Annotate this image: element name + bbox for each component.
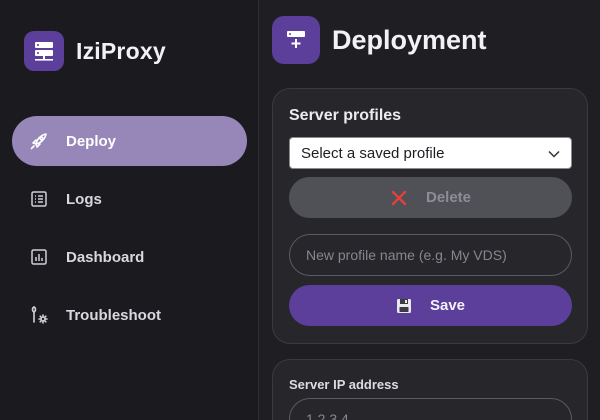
profile-select-value: Select a saved profile bbox=[301, 144, 445, 162]
server-ip-input[interactable] bbox=[289, 398, 572, 420]
list-icon bbox=[28, 188, 50, 210]
sidebar: IziProxy Deploy Logs Dashboard Troublesh… bbox=[0, 0, 259, 420]
rocket-icon bbox=[28, 130, 50, 152]
nav-label-troubleshoot: Troubleshoot bbox=[66, 306, 161, 324]
delete-button[interactable]: Delete bbox=[289, 177, 572, 218]
delete-label: Delete bbox=[425, 189, 472, 206]
profile-select[interactable]: Select a saved profile bbox=[289, 137, 572, 169]
nav-item-deploy[interactable]: Deploy bbox=[12, 116, 247, 166]
nav-item-troubleshoot[interactable]: Troubleshoot bbox=[12, 290, 247, 340]
server-icon bbox=[24, 31, 64, 71]
chevron-down-icon bbox=[547, 147, 561, 165]
main-content: Deployment Server profiles Select a save… bbox=[260, 0, 600, 420]
app-window: IziProxy Deploy Logs Dashboard Troublesh… bbox=[0, 0, 600, 420]
page-header: Deployment bbox=[272, 16, 487, 64]
nav-label-logs: Logs bbox=[66, 190, 102, 208]
server-add-icon bbox=[272, 16, 320, 64]
server-ip-label: Server IP address bbox=[289, 377, 399, 392]
profile-name-input[interactable] bbox=[289, 234, 572, 276]
brand: IziProxy bbox=[24, 31, 166, 71]
page-title: Deployment bbox=[332, 24, 487, 55]
floppy-disk-icon bbox=[396, 298, 412, 314]
chart-icon bbox=[28, 246, 50, 268]
nav-item-dashboard[interactable]: Dashboard bbox=[12, 232, 247, 282]
nav-label-deploy: Deploy bbox=[66, 132, 117, 150]
save-label: Save bbox=[429, 297, 466, 314]
server-profiles-card: Server profiles Select a saved profile D… bbox=[272, 88, 588, 344]
tools-icon bbox=[28, 304, 50, 326]
close-icon bbox=[390, 189, 408, 207]
nav-label-dashboard: Dashboard bbox=[66, 248, 145, 266]
server-profiles-title: Server profiles bbox=[289, 107, 402, 124]
server-ip-card: Server IP address bbox=[272, 359, 588, 420]
nav-item-logs[interactable]: Logs bbox=[12, 174, 247, 224]
save-button[interactable]: Save bbox=[289, 285, 572, 326]
nav-menu: Deploy Logs Dashboard Troubleshoot bbox=[12, 116, 247, 348]
app-name: IziProxy bbox=[76, 37, 166, 64]
